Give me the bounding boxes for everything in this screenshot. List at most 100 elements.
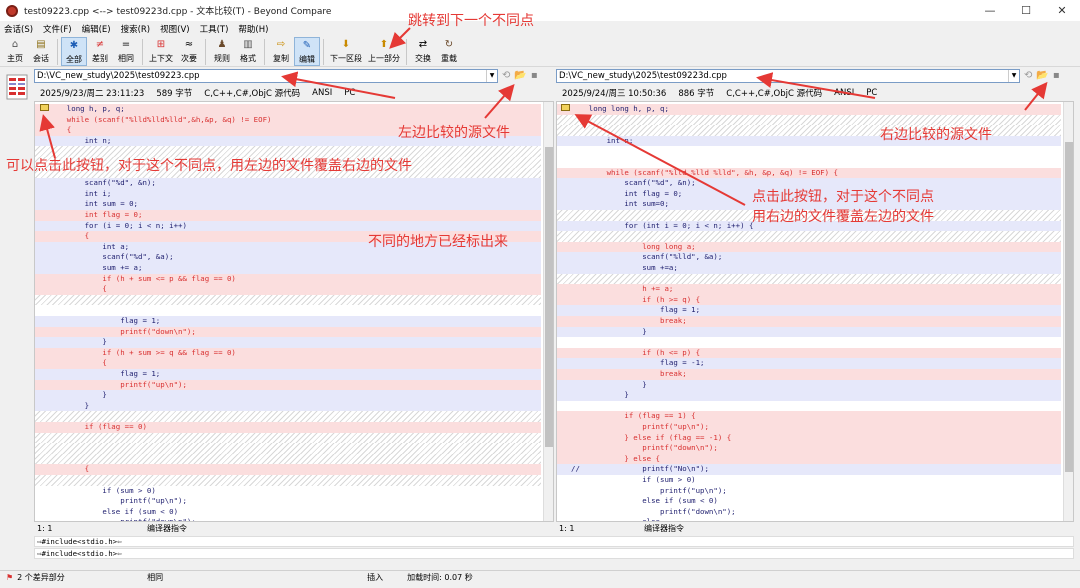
code-line[interactable]: sum +=a;	[557, 263, 1061, 274]
code-line[interactable]: while (scanf("%lld %lld %lld", &h, &p, &…	[557, 167, 1061, 179]
code-line[interactable]: if (h <= p) {	[557, 347, 1061, 359]
session-button[interactable]: ▤ 会话	[28, 37, 54, 66]
code-line[interactable]	[557, 231, 1061, 242]
minor-button[interactable]: ≈ 次要	[176, 37, 202, 66]
menu-help[interactable]: 帮助(H)	[238, 23, 268, 35]
history-icon[interactable]: ⟲	[1024, 70, 1032, 81]
code-line[interactable]: } else if (flag == -1) {	[557, 432, 1061, 444]
code-line[interactable]	[557, 337, 1061, 348]
minimize-button[interactable]: —	[972, 0, 1008, 21]
right-scrollbar[interactable]	[1063, 102, 1073, 521]
right-path-input[interactable]: D:\VC_new_study\2025\test09223d.cpp ▼	[556, 68, 1020, 83]
code-line[interactable]: int i;	[35, 188, 541, 200]
code-line[interactable]	[35, 475, 541, 486]
code-line[interactable]: {	[35, 464, 541, 475]
code-line[interactable]: flag = -1;	[557, 358, 1061, 369]
folder-open-icon[interactable]: 📂	[1036, 70, 1048, 81]
right-enc[interactable]: ANSI	[834, 88, 854, 98]
copy-to-left-icon[interactable]	[561, 104, 570, 111]
show-same-button[interactable]: = 相同	[113, 37, 139, 66]
copy-to-right-icon[interactable]	[40, 104, 49, 111]
format-button[interactable]: ▥ 格式	[235, 37, 261, 66]
code-line[interactable]: break;	[557, 316, 1061, 327]
code-line[interactable]: printf("down\n");	[557, 506, 1061, 518]
code-line[interactable]: printf("down\n");	[35, 326, 541, 338]
code-line[interactable]: scanf("%d", &a);	[35, 252, 541, 263]
next-section-button[interactable]: ⬇ 下一区段	[327, 37, 365, 66]
code-line[interactable]	[35, 453, 541, 465]
chevron-down-icon[interactable]: ▼	[1008, 69, 1019, 82]
swap-button[interactable]: ⇄ 交换	[410, 37, 436, 66]
code-line[interactable]: printf("up\n");	[557, 422, 1061, 433]
code-line[interactable]: flag = 1;	[35, 316, 541, 327]
show-diffs-button[interactable]: ≠ 差别	[87, 37, 113, 66]
chevron-down-icon[interactable]: ▼	[486, 69, 497, 82]
code-line[interactable]: else if (sum < 0)	[35, 506, 541, 518]
context-button[interactable]: ⊞ 上下文	[146, 37, 176, 66]
code-line[interactable]: }	[35, 400, 541, 412]
code-line[interactable]: printf("up\n");	[35, 496, 541, 507]
code-line[interactable]: flag = 1;	[557, 305, 1061, 316]
code-line[interactable]	[557, 273, 1061, 285]
code-line[interactable]	[557, 146, 1061, 157]
code-line[interactable]: if (sum > 0)	[557, 475, 1061, 486]
code-line[interactable]: {	[35, 358, 541, 369]
code-line[interactable]: long long h, p, q;	[557, 104, 1061, 115]
code-line[interactable]: }	[557, 379, 1061, 391]
code-line[interactable]: sum += a;	[35, 263, 541, 274]
home-button[interactable]: ⌂ 主页	[2, 37, 28, 66]
code-line[interactable]: printf("up\n");	[557, 485, 1061, 497]
code-line[interactable]	[35, 294, 541, 306]
copy-button[interactable]: ⇨ 复制	[268, 37, 294, 66]
code-line[interactable]: int flag = 0;	[35, 210, 541, 221]
menu-file[interactable]: 文件(F)	[43, 23, 72, 35]
code-line[interactable]: }	[35, 390, 541, 401]
code-line[interactable]	[557, 400, 1061, 412]
code-line[interactable]: flag = 1;	[35, 369, 541, 380]
save-icon[interactable]: ▪	[1053, 70, 1060, 81]
menu-tools[interactable]: 工具(T)	[200, 23, 229, 35]
reload-button[interactable]: ↻ 重载	[436, 37, 462, 66]
code-line[interactable]: scanf("%d", &n);	[35, 178, 541, 189]
code-line[interactable]: scanf("%lld", &a);	[557, 252, 1061, 263]
code-line[interactable]: break;	[557, 369, 1061, 380]
right-code-pane[interactable]: long long h, p, q; int n; while (scanf("…	[556, 101, 1074, 522]
code-line[interactable]	[557, 157, 1061, 168]
right-eol[interactable]: PC	[866, 88, 877, 98]
code-line[interactable]: printf("down\n");	[557, 443, 1061, 454]
code-line[interactable]: else if (sum < 0)	[557, 496, 1061, 507]
code-line[interactable]: if (flag == 0)	[35, 422, 541, 433]
right-lang[interactable]: C,C++,C#,ObjC 源代码	[726, 87, 822, 99]
code-line[interactable]	[35, 443, 541, 454]
code-line[interactable]: if (flag == 1) {	[557, 411, 1061, 422]
code-line[interactable]: {	[35, 284, 541, 295]
code-line[interactable]: int sum = 0;	[35, 199, 541, 210]
code-line[interactable]: }	[557, 390, 1061, 401]
code-line[interactable]	[35, 305, 541, 316]
left-eol[interactable]: PC	[344, 88, 355, 98]
maximize-button[interactable]: ☐	[1008, 0, 1044, 21]
left-path-input[interactable]: D:\VC_new_study\2025\test09223.cpp ▼	[34, 68, 498, 83]
code-line[interactable]	[35, 411, 541, 422]
code-line[interactable]: if (h + sum >= q && flag == 0)	[35, 347, 541, 359]
close-button[interactable]: ✕	[1044, 0, 1080, 21]
code-line[interactable]: h += a;	[557, 284, 1061, 295]
overview-thumbnail[interactable]	[6, 74, 28, 100]
left-lang[interactable]: C,C++,C#,ObjC 源代码	[204, 87, 300, 99]
left-scrollbar[interactable]	[543, 102, 553, 521]
rules-button[interactable]: ♟ 规则	[209, 37, 235, 66]
prev-section-button[interactable]: ⬆ 上一部分	[365, 37, 403, 66]
menu-search[interactable]: 搜索(R)	[121, 23, 151, 35]
code-line[interactable]: long long a;	[557, 241, 1061, 253]
edit-button[interactable]: ✎ 编辑	[294, 37, 320, 66]
code-line[interactable]: } else {	[557, 453, 1061, 465]
menu-view[interactable]: 视图(V)	[160, 23, 189, 35]
left-enc[interactable]: ANSI	[312, 88, 332, 98]
save-icon[interactable]: ▪	[531, 70, 538, 81]
code-line[interactable]: }	[557, 326, 1061, 338]
code-line[interactable]: printf("up\n");	[35, 379, 541, 391]
code-line[interactable]: if (sum > 0)	[35, 485, 541, 497]
code-line[interactable]: if (h + sum <= p && flag == 0)	[35, 273, 541, 285]
folder-open-icon[interactable]: 📂	[514, 70, 526, 81]
show-all-button[interactable]: ✱ 全部	[61, 37, 87, 66]
